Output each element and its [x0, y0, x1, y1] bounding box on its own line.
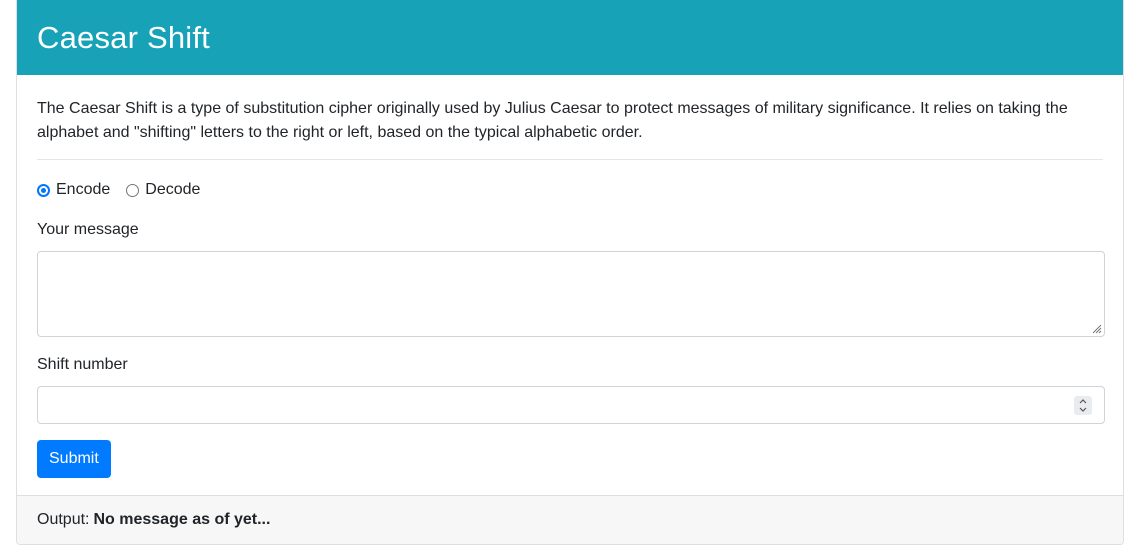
message-label: Your message — [37, 221, 139, 238]
number-spinner[interactable] — [1074, 396, 1092, 415]
description-text: The Caesar Shift is a type of substituti… — [37, 100, 1068, 141]
card-footer: Output: No message as of yet... — [17, 495, 1123, 544]
message-textarea[interactable] — [37, 251, 1105, 337]
encode-radio-label[interactable]: Encode — [56, 181, 110, 199]
caesar-card: Caesar Shift The Caesar Shift is a type … — [16, 0, 1124, 545]
spinner-up-icon[interactable] — [1079, 399, 1087, 404]
shift-number-input[interactable] — [37, 386, 1105, 424]
spinner-down-icon[interactable] — [1079, 407, 1087, 412]
resize-grip-icon[interactable] — [1090, 322, 1102, 334]
output-label: Output: — [37, 511, 90, 528]
page-title: Caesar Shift — [37, 19, 210, 55]
submit-button[interactable]: Submit — [37, 440, 111, 478]
output-value: No message as of yet... — [93, 511, 271, 528]
decode-radio-label[interactable]: Decode — [145, 181, 200, 199]
card-body: The Caesar Shift is a type of substituti… — [17, 75, 1123, 478]
decode-radio[interactable]: Decode — [126, 181, 200, 199]
card-header: Caesar Shift — [17, 0, 1123, 75]
divider — [37, 159, 1103, 160]
radio-unchecked-icon[interactable] — [126, 183, 140, 197]
shift-label: Shift number — [37, 356, 128, 373]
encode-radio[interactable]: Encode — [37, 181, 110, 199]
radio-checked-icon[interactable] — [37, 183, 50, 197]
mode-radio-group: Encode Decode — [37, 178, 1103, 202]
